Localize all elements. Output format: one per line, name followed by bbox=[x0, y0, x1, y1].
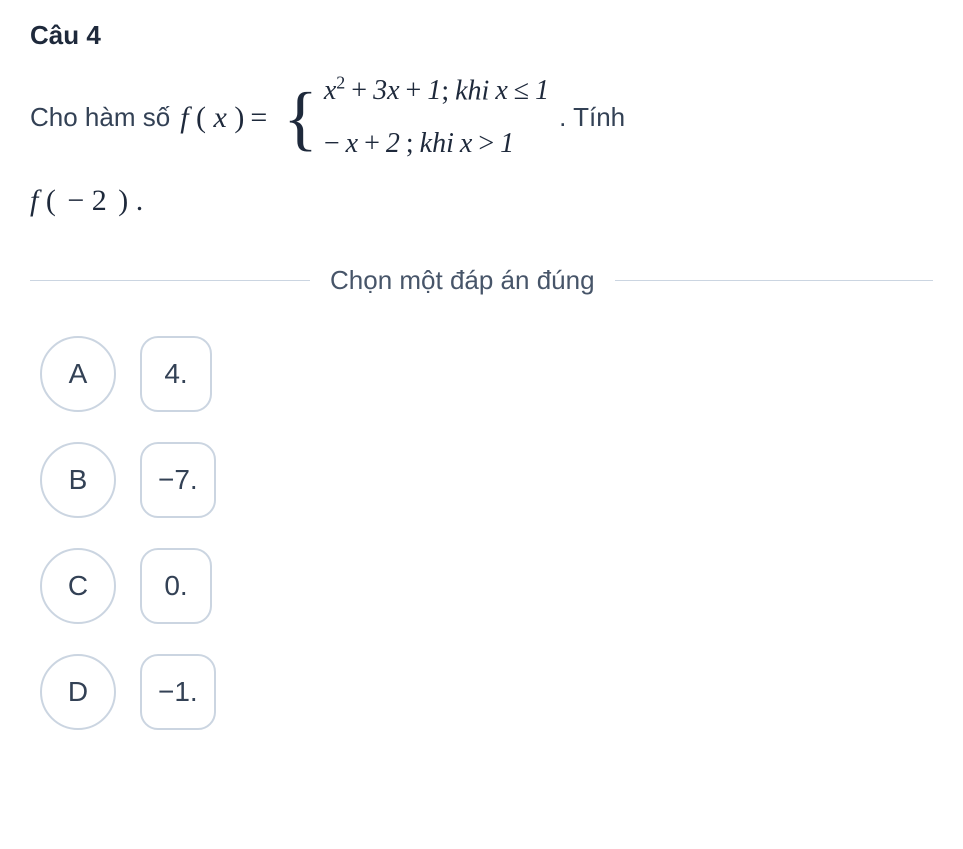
instruction-divider: Chọn một đáp án đúng bbox=[30, 265, 933, 296]
piece1-cond: x≤1 bbox=[495, 75, 549, 106]
piece2-cond: x>1 bbox=[460, 128, 514, 159]
option-value-c[interactable]: 0. bbox=[140, 548, 212, 624]
question-body: Cho hàm số f ( x )= { x2+3x+1;khix≤1 −x+… bbox=[30, 69, 933, 225]
instruction-text: Chọn một đáp án đúng bbox=[310, 265, 615, 296]
piecewise-block: { x2+3x+1;khix≤1 −x+2;khix>1 bbox=[283, 69, 549, 167]
option-letter-d[interactable]: D bbox=[40, 654, 116, 730]
function-lhs: f ( x )= bbox=[180, 94, 273, 142]
option-d[interactable]: D −1. bbox=[40, 654, 933, 730]
question-math-line: Cho hàm số f ( x )= { x2+3x+1;khix≤1 −x+… bbox=[30, 69, 933, 167]
piece1-expr: x2+3x+1 bbox=[324, 75, 441, 106]
compute-arg: − 2 bbox=[63, 184, 110, 217]
option-b[interactable]: B −7. bbox=[40, 442, 933, 518]
compute-expression: f ( − 2 ) . bbox=[30, 177, 933, 225]
compute-close-paren: ) bbox=[111, 184, 136, 217]
piece2-sep: ; bbox=[406, 128, 414, 159]
piecewise-case-2: −x+2;khix>1 bbox=[324, 122, 549, 167]
equals-sign: = bbox=[244, 101, 273, 134]
option-c[interactable]: C 0. bbox=[40, 548, 933, 624]
option-value-d[interactable]: −1. bbox=[140, 654, 216, 730]
option-value-b[interactable]: −7. bbox=[140, 442, 216, 518]
question-title: Câu 4 bbox=[30, 20, 933, 51]
piecewise-case-1: x2+3x+1;khix≤1 bbox=[324, 69, 549, 114]
compute-trail: . bbox=[136, 184, 144, 217]
function-variable: x bbox=[214, 101, 227, 134]
close-paren: ) bbox=[227, 101, 245, 134]
piece1-sep: ; bbox=[441, 75, 449, 106]
question-container: Câu 4 Cho hàm số f ( x )= { x2+3x+1;khix… bbox=[30, 20, 933, 225]
piece1-cond-word: khi bbox=[455, 75, 489, 106]
piecewise-cases: x2+3x+1;khix≤1 −x+2;khix>1 bbox=[324, 69, 549, 167]
open-paren: ( bbox=[189, 101, 214, 134]
options-list: A 4. B −7. C 0. D −1. bbox=[30, 336, 933, 730]
left-brace-icon: { bbox=[283, 82, 318, 154]
function-name: f bbox=[180, 101, 188, 134]
question-suffix: . Tính bbox=[559, 97, 625, 139]
piece2-cond-word: khi bbox=[420, 128, 454, 159]
divider-right bbox=[615, 280, 933, 281]
piece2-expr: −x+2 bbox=[324, 128, 400, 159]
option-letter-b[interactable]: B bbox=[40, 442, 116, 518]
option-a[interactable]: A 4. bbox=[40, 336, 933, 412]
option-letter-a[interactable]: A bbox=[40, 336, 116, 412]
option-value-a[interactable]: 4. bbox=[140, 336, 212, 412]
compute-open-paren: ( bbox=[38, 184, 63, 217]
question-intro: Cho hàm số bbox=[30, 97, 170, 139]
divider-left bbox=[30, 280, 310, 281]
option-letter-c[interactable]: C bbox=[40, 548, 116, 624]
